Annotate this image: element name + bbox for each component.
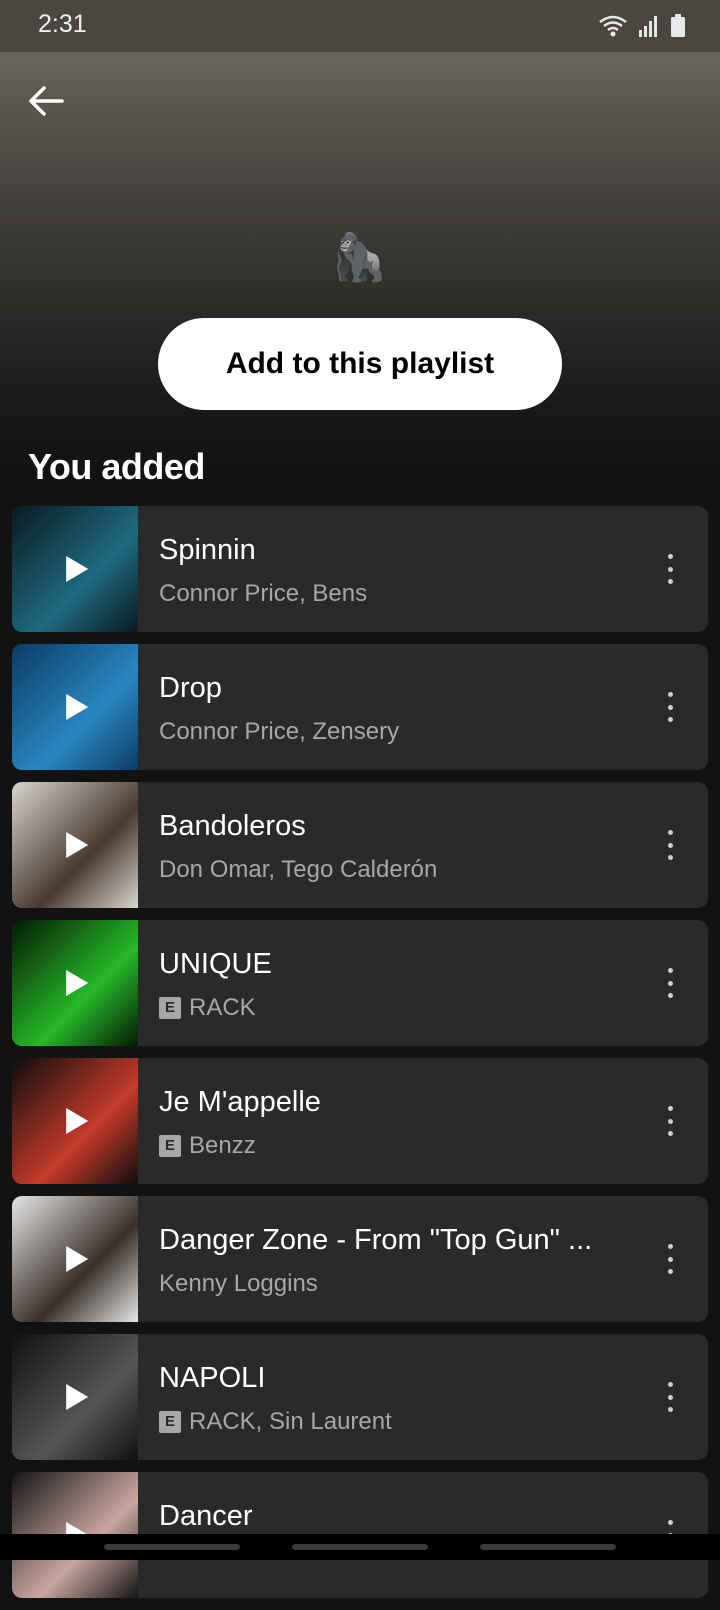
more-dot — [667, 980, 673, 986]
more-dot — [667, 717, 673, 722]
playlist-emoji: 🦍 — [330, 231, 388, 283]
more-vertical-icon[interactable] — [666, 1106, 674, 1136]
more-vertical-icon[interactable] — [666, 1382, 674, 1412]
album-art[interactable] — [12, 506, 138, 632]
track-title: Dancer — [159, 1500, 253, 1532]
add-to-playlist-button[interactable]: Add to this playlist — [158, 318, 562, 410]
explicit-icon: E — [159, 1135, 181, 1157]
track-artist: Connor Price, Bens — [159, 580, 368, 607]
play-icon[interactable] — [66, 1384, 89, 1410]
track-row[interactable]: Spinnin Connor Price, Bens — [12, 506, 708, 632]
more-dot — [667, 1106, 673, 1111]
track-row[interactable]: Bandoleros Don Omar, Tego Calderón — [12, 782, 708, 908]
status-bar: 2:31 — [0, 0, 720, 52]
more-dot — [667, 855, 673, 860]
track-artist-line: Connor Price, Bens — [159, 580, 367, 608]
track-title: NAPOLI — [159, 1362, 266, 1394]
more-dot — [667, 1520, 673, 1525]
more-vertical-icon[interactable] — [666, 830, 674, 860]
track-title: Drop — [159, 672, 222, 704]
track-row[interactable]: UNIQUE E RACK — [12, 920, 708, 1046]
track-artist: Benzz — [189, 1132, 256, 1159]
album-art[interactable] — [12, 644, 138, 770]
track-title: Spinnin — [159, 534, 256, 566]
battery-icon — [671, 14, 685, 37]
play-icon[interactable] — [66, 694, 89, 720]
track-artist-line: E Benzz — [159, 1132, 256, 1160]
track-title: Danger Zone - From "Top Gun" ... — [159, 1224, 593, 1256]
status-icons — [598, 14, 686, 38]
track-row[interactable]: NAPOLI E RACK, Sin Laurent — [12, 1334, 708, 1460]
more-dot — [667, 692, 673, 697]
more-vertical-icon[interactable] — [666, 554, 674, 584]
track-artist: RACK, Sin Laurent — [189, 1408, 392, 1435]
section-title: You added — [28, 446, 205, 487]
track-artist: Don Omar, Tego Calderón — [159, 856, 438, 883]
nav-pill-center — [292, 1544, 428, 1550]
more-dot — [667, 968, 673, 973]
more-vertical-icon[interactable] — [666, 968, 674, 998]
track-row[interactable]: Danger Zone - From "Top Gun" ... Kenny Lo… — [12, 1196, 708, 1322]
track-title: UNIQUE — [159, 948, 272, 980]
more-dot — [667, 1131, 673, 1136]
more-dot — [667, 830, 673, 835]
more-dot — [667, 579, 673, 584]
album-art[interactable] — [12, 920, 138, 1046]
wifi-icon — [599, 15, 627, 37]
album-art[interactable] — [12, 1334, 138, 1460]
more-dot — [667, 1382, 673, 1387]
track-row[interactable]: Drop Connor Price, Zensery — [12, 644, 708, 770]
back-button[interactable] — [24, 78, 70, 124]
status-time: 2:31 — [38, 10, 87, 38]
explicit-icon: E — [159, 1411, 181, 1433]
play-icon[interactable] — [66, 832, 89, 858]
more-dot — [667, 993, 673, 998]
more-dot — [667, 1269, 673, 1274]
more-dot — [667, 842, 673, 848]
more-vertical-icon[interactable] — [666, 692, 674, 722]
track-title: Bandoleros — [159, 810, 306, 842]
explicit-icon: E — [159, 997, 181, 1019]
play-icon[interactable] — [66, 556, 89, 582]
more-dot — [667, 1244, 673, 1249]
track-list: Spinnin Connor Price, Bens Drop Connor Pric… — [12, 506, 708, 1610]
track-artist-line: E RACK — [159, 994, 256, 1022]
track-artist-line: Kenny Loggins — [159, 1270, 318, 1298]
track-artist-line: E RACK, Sin Laurent — [159, 1408, 392, 1436]
signal-icon — [639, 16, 657, 37]
more-dot — [667, 1118, 673, 1124]
more-dot — [667, 704, 673, 710]
track-artist: Connor Price, Zensery — [159, 718, 400, 745]
track-artist-line: Connor Price, Zensery — [159, 718, 399, 746]
track-artist-line: Don Omar, Tego Calderón — [159, 856, 437, 884]
track-artist: Kenny Loggins — [159, 1270, 318, 1297]
play-icon[interactable] — [66, 1108, 89, 1134]
more-dot — [667, 1407, 673, 1412]
album-art[interactable] — [12, 1196, 138, 1322]
album-art[interactable] — [12, 1058, 138, 1184]
play-icon[interactable] — [66, 970, 89, 996]
nav-pill-right — [480, 1544, 616, 1550]
track-title: Je M'appelle — [159, 1086, 321, 1118]
back-arrow-icon — [29, 86, 64, 116]
play-icon[interactable] — [66, 1246, 89, 1272]
nav-pill-left — [104, 1544, 240, 1550]
more-dot — [667, 1256, 673, 1262]
more-vertical-icon[interactable] — [666, 1244, 674, 1274]
track-artist: RACK — [189, 994, 256, 1021]
more-dot — [667, 1394, 673, 1400]
more-dot — [667, 554, 673, 559]
more-dot — [667, 566, 673, 572]
album-art[interactable] — [12, 782, 138, 908]
track-row[interactable]: Je M'appelle E Benzz — [12, 1058, 708, 1184]
